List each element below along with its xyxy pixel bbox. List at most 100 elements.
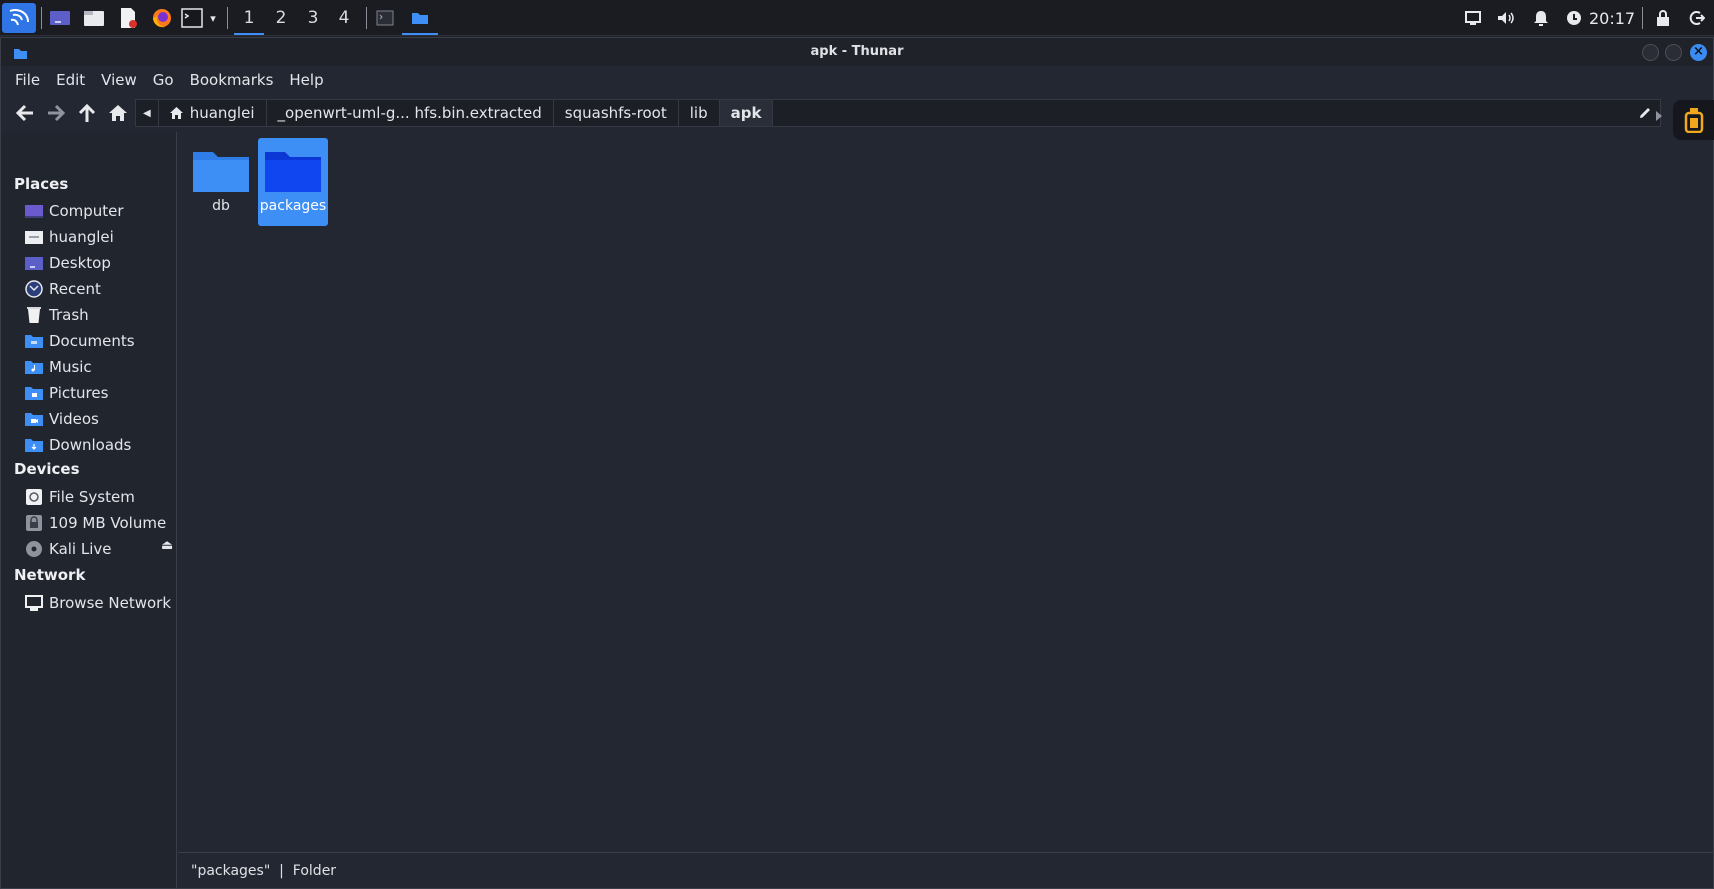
path-crumb-home[interactable]: huanglei [159, 100, 267, 126]
forward-button[interactable] [43, 100, 69, 126]
desktop-icon [23, 254, 44, 272]
clock[interactable]: 20:17 [1589, 4, 1635, 32]
file-item-db[interactable]: db [186, 138, 256, 226]
sidebar-item-huanglei[interactable]: huanglei [23, 226, 173, 248]
workspace-4[interactable]: 4 [329, 4, 359, 32]
logout-button[interactable] [1684, 4, 1710, 32]
menu-go[interactable]: Go [145, 67, 182, 93]
sidebar-item-desktop[interactable]: Desktop [23, 252, 173, 274]
sidebar: Places Computer huanglei Desktop Recent … [1, 132, 177, 888]
sidebar-item-109mb-volume[interactable]: 109 MB Volume [23, 512, 173, 534]
arrow-up-icon [78, 103, 96, 122]
menu-view[interactable]: View [93, 67, 145, 93]
optical-disc-icon [23, 540, 44, 558]
logout-icon [1689, 11, 1705, 25]
sidebar-item-browse-network[interactable]: Browse Network [23, 592, 173, 614]
menu-file[interactable]: File [7, 67, 48, 93]
sidebar-item-videos[interactable]: Videos [23, 408, 173, 430]
eject-icon[interactable]: ⏏ [161, 538, 173, 553]
sidebar-item-computer[interactable]: Computer [23, 200, 173, 222]
sidebar-item-label: Downloads [49, 436, 132, 454]
display-tray-button[interactable] [1460, 4, 1486, 32]
path-crumb-apk[interactable]: apk [719, 100, 774, 126]
file-name: packages [259, 198, 327, 214]
music-folder-icon [23, 358, 44, 376]
window-titlebar[interactable]: apk - Thunar × [1, 38, 1713, 66]
kali-menu-button[interactable] [2, 3, 36, 33]
status-text: "packages" | Folder [191, 862, 337, 879]
path-crumb-squashfs-root[interactable]: squashfs-root [554, 100, 679, 126]
firefox-launcher[interactable] [149, 4, 175, 32]
volume-tray-button[interactable] [1493, 4, 1519, 32]
workspace-1[interactable]: 1 [234, 4, 264, 35]
workspace-2[interactable]: 2 [266, 4, 296, 32]
path-scroll-left-button[interactable]: ◀ [136, 100, 159, 126]
close-button[interactable]: × [1690, 44, 1707, 61]
lock-icon [1657, 10, 1669, 26]
home-button[interactable] [105, 100, 131, 126]
taskbar-thunar-window[interactable] [402, 4, 438, 35]
menu-edit[interactable]: Edit [48, 67, 93, 93]
terminal-launcher[interactable] [179, 4, 205, 32]
videos-folder-icon [23, 410, 44, 428]
back-button[interactable] [12, 100, 38, 126]
path-scroll-right-button[interactable] [1655, 107, 1663, 126]
terminal-icon [376, 10, 394, 26]
minimize-button[interactable] [1642, 44, 1659, 61]
notifications-tray-button[interactable] [1528, 4, 1554, 32]
sidebar-item-label: Trash [49, 306, 89, 324]
text-editor-launcher[interactable] [115, 4, 141, 32]
arrow-right-icon [48, 104, 66, 122]
home-folder-icon [23, 228, 44, 246]
sidebar-item-label: Kali Live [49, 540, 112, 558]
thunar-window: apk - Thunar × File Edit View Go Bookmar… [0, 37, 1714, 889]
lock-screen-button[interactable] [1650, 4, 1676, 32]
sidebar-item-label: huanglei [49, 228, 114, 246]
sidebar-item-pictures[interactable]: Pictures [23, 382, 173, 404]
file-item-packages[interactable]: packages [258, 138, 328, 226]
recent-icon [23, 280, 44, 298]
file-manager-icon [84, 11, 104, 26]
panel-separator [366, 7, 367, 29]
path-bar: ◀ huanglei _openwrt-uml-g... hfs.bin.ext… [135, 99, 1661, 127]
home-icon [109, 105, 127, 121]
sidebar-item-trash[interactable]: Trash [23, 304, 173, 326]
panel-separator [1642, 7, 1643, 29]
menu-bookmarks[interactable]: Bookmarks [182, 67, 282, 93]
folder-icon [412, 13, 428, 24]
sidebar-item-file-system[interactable]: File System [23, 486, 173, 508]
sidebar-item-documents[interactable]: Documents [23, 330, 173, 352]
file-manager-launcher[interactable] [81, 4, 107, 32]
bell-icon [1534, 11, 1548, 26]
sidebar-item-downloads[interactable]: Downloads [23, 434, 173, 456]
updates-tray-button[interactable] [1561, 4, 1587, 32]
show-desktop-launcher[interactable] [47, 4, 73, 32]
sidebar-section-places: Places [14, 175, 69, 193]
volume-icon [1498, 12, 1514, 24]
workspace-3[interactable]: 3 [298, 4, 328, 32]
path-crumb-lib[interactable]: lib [679, 100, 720, 126]
parent-folder-button[interactable] [74, 100, 100, 126]
usb-tray-widget[interactable] [1673, 100, 1714, 140]
sidebar-item-kali-live[interactable]: Kali Live ⏏ [23, 538, 173, 560]
sidebar-item-recent[interactable]: Recent [23, 278, 173, 300]
sidebar-item-label: Pictures [49, 384, 109, 402]
panel-separator [227, 7, 228, 29]
file-name: db [212, 198, 230, 214]
sidebar-section-network: Network [14, 566, 86, 584]
pictures-folder-icon [23, 384, 44, 402]
file-view[interactable]: db packages [178, 132, 1713, 852]
sidebar-section-devices: Devices [14, 460, 80, 478]
folder-icon [265, 152, 321, 192]
chevron-down-icon: ▾ [210, 11, 216, 25]
window-title: apk - Thunar [810, 44, 904, 59]
path-crumb-extracted[interactable]: _openwrt-uml-g... hfs.bin.extracted [267, 100, 554, 126]
terminal-dropdown-button[interactable]: ▾ [205, 4, 221, 32]
maximize-button[interactable] [1665, 44, 1682, 61]
path-bar-empty-area[interactable] [773, 100, 1630, 126]
sidebar-item-music[interactable]: Music [23, 356, 173, 378]
sidebar-item-label: 109 MB Volume [49, 514, 167, 532]
chevron-right-icon [1656, 111, 1662, 121]
taskbar-terminal-window[interactable] [368, 4, 402, 32]
menu-help[interactable]: Help [281, 67, 331, 93]
